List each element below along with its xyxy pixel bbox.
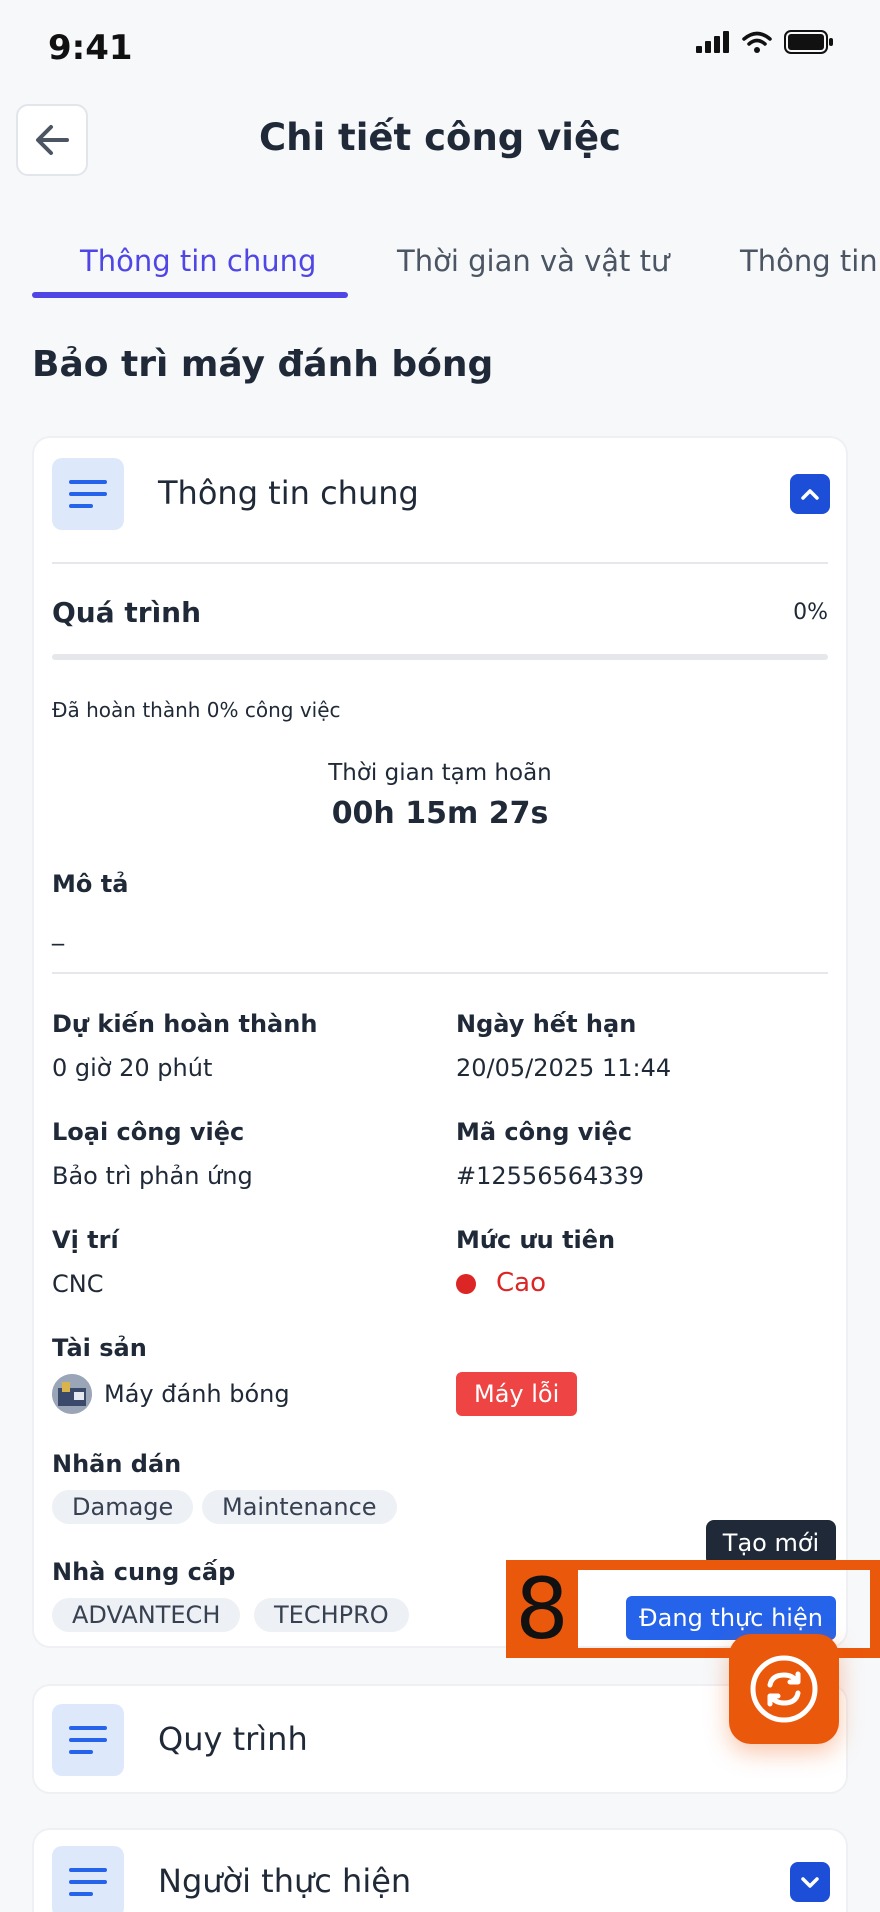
chevron-down-icon xyxy=(801,1877,819,1888)
expand-button[interactable] xyxy=(790,1862,830,1902)
process-card[interactable]: Quy trình xyxy=(32,1684,848,1794)
tab-time-materials[interactable]: Thời gian và vật tư xyxy=(397,244,669,278)
due-date-value: 20/05/2025 11:44 xyxy=(456,1054,672,1082)
job-type-value: Bảo trì phản ứng xyxy=(52,1162,253,1190)
wifi-icon xyxy=(742,31,772,53)
pause-label: Thời gian tạm hoãn xyxy=(328,760,552,786)
status-bar: 9:41 xyxy=(0,0,880,100)
supplier-chip: ADVANTECH xyxy=(52,1598,241,1632)
list-icon xyxy=(52,1846,124,1912)
description-value: _ xyxy=(52,918,64,946)
general-info-card-title: Thông tin chung xyxy=(158,474,419,512)
suppliers-label: Nhà cung cấp xyxy=(52,1558,236,1586)
location-label: Vị trí xyxy=(52,1226,119,1254)
tags-label: Nhãn dán xyxy=(52,1450,182,1478)
collapse-button[interactable] xyxy=(790,474,830,514)
asset-label: Tài sản xyxy=(52,1334,147,1362)
job-code-label: Mã công việc xyxy=(456,1118,633,1146)
process-card-title: Quy trình xyxy=(158,1720,308,1758)
description-label: Mô tả xyxy=(52,870,129,898)
job-title: Bảo trì máy đánh bóng xyxy=(32,344,494,385)
tab-more-info[interactable]: Thông tin x xyxy=(740,244,880,278)
list-icon xyxy=(52,1704,124,1776)
tab-bar: Thông tin chung Thời gian và vật tư Thôn… xyxy=(0,230,880,300)
signal-icon xyxy=(696,31,729,53)
status-icons xyxy=(696,30,834,54)
asset-value[interactable]: Máy đánh bóng xyxy=(104,1380,290,1408)
refresh-icon xyxy=(750,1655,818,1723)
tag-chip: Damage xyxy=(52,1490,194,1524)
progress-percent: 0% xyxy=(793,600,828,625)
pause-time: 00h 15m 27s xyxy=(331,796,549,831)
job-code-value: #12556564339 xyxy=(456,1162,645,1190)
asset-status-badge: Máy lỗi xyxy=(456,1372,578,1416)
priority-label: Mức ưu tiên xyxy=(456,1226,616,1254)
divider xyxy=(52,972,828,974)
chevron-up-icon xyxy=(801,489,819,500)
priority-dot-icon xyxy=(456,1274,476,1294)
progress-label: Quá trình xyxy=(52,596,202,629)
due-date-label: Ngày hết hạn xyxy=(456,1010,637,1038)
progress-bar xyxy=(52,654,828,660)
priority-value: Cao xyxy=(496,1268,546,1298)
supplier-chip: TECHPRO xyxy=(254,1598,409,1632)
status-time: 9:41 xyxy=(48,28,133,68)
job-type-label: Loại công việc xyxy=(52,1118,245,1146)
assignee-card[interactable]: Người thực hiện xyxy=(32,1828,848,1912)
general-info-card-header[interactable]: Thông tin chung xyxy=(34,438,846,558)
header: Chi tiết công việc xyxy=(0,100,880,180)
expected-completion-value: 0 giờ 20 phút xyxy=(52,1054,213,1082)
page-title: Chi tiết công việc xyxy=(259,116,621,159)
asset-avatar xyxy=(52,1374,92,1414)
expected-completion-label: Dự kiến hoàn thành xyxy=(52,1010,318,1038)
battery-icon xyxy=(784,30,833,54)
active-tab-indicator xyxy=(32,292,348,298)
refresh-fab-button[interactable] xyxy=(729,1634,839,1744)
completed-text: Đã hoàn thành 0% công việc xyxy=(52,698,341,722)
assignee-card-title: Người thực hiện xyxy=(158,1862,412,1900)
list-icon xyxy=(52,458,124,530)
general-info-card: Thông tin chung Quá trình 0% Đã hoàn thà… xyxy=(32,436,848,1648)
location-value: CNC xyxy=(52,1270,104,1298)
divider xyxy=(52,562,828,564)
tab-general-info[interactable]: Thông tin chung xyxy=(80,244,316,278)
tag-chip: Maintenance xyxy=(202,1490,397,1524)
